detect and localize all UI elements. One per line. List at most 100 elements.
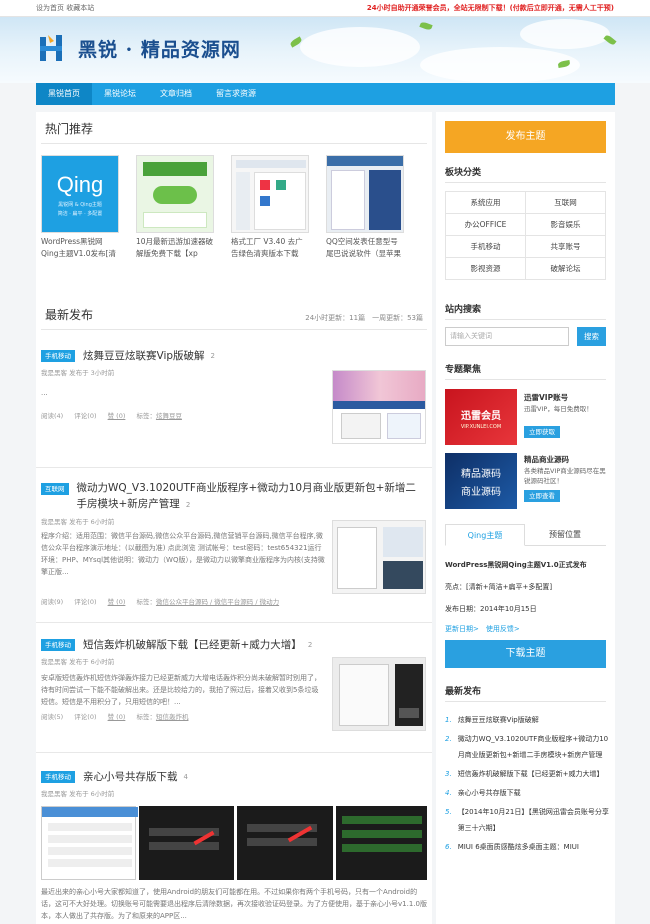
comments-count[interactable]: 评论(0) [74,713,96,721]
like-button[interactable]: 赞 (0) [108,598,126,606]
post-title[interactable]: 微动力WQ_V3.1020UTF商业版程序+微动力10月商业版更新包+新增二手房… [77,480,417,513]
tab-qing-theme[interactable]: Qing主题 [445,524,525,546]
board-crack[interactable]: 破解论坛 [526,258,606,280]
hot-item[interactable]: QQ空间发表任意型号尾巴说说软件（显苹果6） [326,155,404,306]
post-screenshot[interactable] [237,806,333,880]
recent-item[interactable]: 3. 短信轰炸机破解版下载【已经更新+威力大增】 [445,766,610,782]
board-internet[interactable]: 互联网 [526,192,606,214]
recent-item[interactable]: 6. MIUI 6桌面质感酷炫多桌面主题：MIUI [445,839,610,855]
post-tag-link[interactable]: 微信公众平台源码 / 微信平台源码 / 微动力 [156,598,279,606]
comments-count[interactable]: 评论(0) [74,412,96,420]
post-title-row: 手机移动 炫舞豆豆炫联赛Vip版破解 2 [41,348,427,364]
qing-feature: 亮点：[清新+简洁+扁平+多配置] [445,583,553,591]
views-count: 阅读(5) [41,713,64,721]
latest-title: 最新发布 [45,308,94,322]
leaf-icon [603,33,617,47]
qing-date: 发布日期：2014年10月15日 [445,605,537,613]
hot-thumb[interactable] [231,155,309,233]
category-tag[interactable]: 手机移动 [41,350,75,362]
post-thumbnail[interactable] [332,520,426,594]
board-video[interactable]: 影视资源 [446,258,526,280]
nav-request[interactable]: 留言求资源 [204,83,268,105]
board-media[interactable]: 影音娱乐 [526,214,606,236]
hot-list: Qing 黑锐网 & Qing主题 简洁 · 扁平 · 多配置 WordPres… [36,144,432,306]
post-title[interactable]: 亲心小号共存版下载 [83,769,178,785]
hot-item[interactable]: 格式工厂 V3.40 去广告绿色清爽版本下载 [231,155,309,306]
view-now-button[interactable]: 立即查看 [524,490,560,502]
recent-item[interactable]: 4. 亲心小号共存版下载 [445,785,610,801]
tab-reserved[interactable]: 预留位置 [525,524,605,546]
post-screenshot[interactable] [139,806,235,880]
category-tag[interactable]: 手机移动 [41,771,75,783]
comment-count: 4 [183,773,188,781]
recent-item[interactable]: 2. 微动力WQ_V3.1020UTF商业版程序+微动力10月商业版更新包+新增二… [445,731,610,763]
focus-item-title[interactable]: 迅雷VIP账号 [524,392,568,403]
board-title: 板块分类 [445,168,482,178]
board-grid: 系统应用 互联网 办公OFFICE 影音娱乐 手机移动 共享账号 影视资源 破解… [445,191,606,280]
hot-caption[interactable]: QQ空间发表任意型号尾巴说说软件（显苹果6） [326,236,404,260]
comments-count[interactable]: 评论(0) [74,598,96,606]
hot-caption[interactable]: WordPress黑锐网Qing主题V1.0发布[清新+简 [41,236,119,260]
post-title[interactable]: 炫舞豆豆炫联赛Vip版破解 [83,348,205,364]
site-logo[interactable]: 黑锐 · 精品资源网 [36,31,241,65]
post-screenshot[interactable] [335,806,427,880]
focus-item-title[interactable]: 精品商业源码 [524,454,569,465]
site-banner: 黑锐 · 精品资源网 [0,17,650,83]
board-system[interactable]: 系统应用 [446,192,526,214]
vip-notice[interactable]: 24小时自助开通荣誉会员，全站无限制下载！(付款后立即开通，无需人工干预) [367,3,614,13]
theme-tabs: Qing主题 预留位置 [445,524,606,546]
post-footer: 阅读(9) 评论(0) 赞 (0) 标签：微信公众平台源码 / 微信平台源码 /… [41,596,288,606]
views-count: 阅读(9) [41,598,64,606]
like-button[interactable]: 赞 (0) [108,713,126,721]
recent-item[interactable]: 1. 炫舞豆豆炫联赛Vip版破解 [445,712,610,728]
views-count: 阅读(4) [41,412,64,420]
get-now-button[interactable]: 立即获取 [524,426,560,438]
main-column: 热门推荐 Qing 黑锐网 & Qing主题 简洁 · 扁平 · 多配置 Wor… [36,112,432,924]
post-item: 手机移动 短信轰炸机破解版下载【已经更新+威力大增】 2 我是黑客 发布于 6小… [36,623,432,753]
hot-thumb[interactable] [326,155,404,233]
post-thumbnail[interactable] [332,370,426,444]
board-mobile[interactable]: 手机移动 [446,236,526,258]
nav-forum[interactable]: 黑锐论坛 [92,83,148,105]
comment-count: 2 [210,352,216,360]
recent-item[interactable]: 5. 【2014年10月21日】【黑锐网迅雷会员账号分享第三十六期】 [445,804,610,836]
post-screenshots [41,806,427,880]
like-button[interactable]: 赞 (0) [108,412,126,420]
publish-button[interactable]: 发布主题 [445,121,606,153]
recent-list: 1. 炫舞豆豆炫联赛Vip版破解 2. 微动力WQ_V3.1020UTF商业版程序+… [445,712,610,858]
source-banner[interactable]: 精品源码 商业源码 [445,453,517,509]
nav-home[interactable]: 黑锐首页 [36,83,92,105]
post-title[interactable]: 短信轰炸机破解版下载【已经更新+威力大增】 [83,637,302,653]
xunlei-banner[interactable]: 迅雷会员 VIP.XUNLEI.COM [445,389,517,445]
nav-archive[interactable]: 文章归档 [148,83,204,105]
post-tag-link[interactable]: 炫舞豆豆 [156,412,182,420]
post-excerpt: 程序介绍：适用范围：微信平台源码,微信公众平台源码,微信营销平台源码,微信平台程… [41,532,325,576]
hot-thumb[interactable] [136,155,214,233]
top-links[interactable]: 设为首页 收藏本站 [36,3,94,13]
search-button[interactable]: 搜索 [577,327,606,346]
tags-label: 标签： [136,713,156,721]
post-excerpt: 最近出来的亲心小号大家都知道了，使用Android的朋友们可能都在用。不过如果你… [41,888,427,920]
hot-caption[interactable]: 格式工厂 V3.40 去广告绿色清爽版本下载 [231,236,309,260]
post-thumbnail[interactable] [332,657,426,731]
focus-item-desc: 各类精品VIP商业源码尽在黑锐源码社区！ [524,467,606,485]
logo-h-icon [36,31,70,65]
qing-links[interactable]: 更新日期> 使用反馈> [445,624,610,635]
qing-theme-title[interactable]: WordPress黑锐网Qing主题V1.0正式发布 [445,560,610,571]
search-input[interactable]: 请输入关键词 [445,327,569,346]
post-item: 互联网 微动力WQ_V3.1020UTF商业版程序+微动力10月商业版更新包+新… [36,468,432,623]
hot-caption[interactable]: 10月最新迅游加速器破解版免费下载【xp win7 [136,236,214,260]
hot-item[interactable]: Qing 黑锐网 & Qing主题 简洁 · 扁平 · 多配置 WordPres… [41,155,119,306]
hot-thumb[interactable]: Qing 黑锐网 & Qing主题 简洁 · 扁平 · 多配置 [41,155,119,233]
category-tag[interactable]: 手机移动 [41,639,75,651]
focus-item-desc: 迅雷VIP，每日免费取！ [524,405,593,413]
focus-title: 专题聚焦 [445,365,482,375]
category-tag[interactable]: 互联网 [41,483,69,495]
top-bar: 设为首页 收藏本站 24小时自助开通荣誉会员，全站无限制下载！(付款后立即开通，… [0,0,650,17]
post-tag-link[interactable]: 短信轰炸机 [156,713,189,721]
hot-item[interactable]: 10月最新迅游加速器破解版免费下载【xp win7 [136,155,214,306]
board-shared[interactable]: 共享账号 [526,236,606,258]
download-theme-button[interactable]: 下载主题 [445,640,606,668]
post-screenshot[interactable] [41,806,138,880]
board-office[interactable]: 办公OFFICE [446,214,526,236]
